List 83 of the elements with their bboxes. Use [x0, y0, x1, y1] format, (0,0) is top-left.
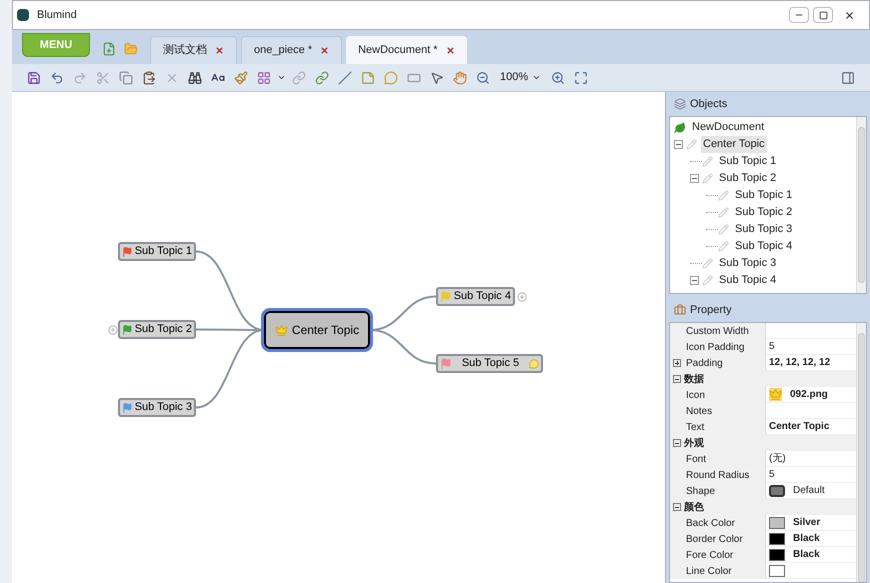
crown-icon [274, 324, 288, 336]
property-value: 5 [769, 340, 775, 354]
close-icon[interactable] [320, 46, 330, 55]
close-icon[interactable] [215, 46, 224, 55]
caret-icon [532, 73, 542, 82]
tree-item[interactable]: Sub Topic 3 [733, 221, 794, 238]
property-value: Black [793, 532, 820, 546]
topic-text: Sub Topic 2 [134, 322, 192, 338]
crown-icon [769, 388, 782, 401]
property-name: Round Radius [686, 468, 750, 482]
collapse-icon[interactable] [690, 276, 699, 285]
property-name: Icon [686, 388, 705, 402]
objects-icon [674, 98, 686, 110]
tree-item[interactable]: Sub Topic 2 [717, 170, 778, 187]
sub-topic[interactable]: Sub Topic 5 [436, 354, 543, 373]
category-label: 数据 [684, 372, 704, 386]
property-name: Icon Padding [686, 340, 744, 354]
topic-text: Sub Topic 3 [134, 400, 192, 416]
sub-topic[interactable]: Sub Topic 3 [118, 398, 196, 417]
expand-icon[interactable] [673, 359, 681, 367]
collapse-icon[interactable] [674, 140, 683, 149]
property-value: 12, 12, 12, 12 [769, 356, 830, 370]
close-icon[interactable] [446, 46, 455, 54]
tree-item[interactable]: Sub Topic 1 [717, 153, 778, 170]
collapse-icon[interactable] [690, 174, 699, 183]
tree-item[interactable]: Sub Topic 3 [717, 255, 778, 272]
property-name: Font [686, 452, 706, 466]
tab-label: NewDocument * [358, 42, 438, 58]
tree-item[interactable]: Sub Topic 2 [733, 204, 794, 221]
property-name: Shape [686, 484, 715, 498]
property-name: Custom Width [686, 324, 749, 338]
topic-text: Center Topic [292, 322, 360, 339]
property-name: Line Color [686, 564, 732, 578]
scrollbar[interactable] [856, 323, 866, 582]
property-name: Fore Color [686, 548, 734, 562]
property-name: Padding [686, 356, 723, 370]
zoom-dropdown[interactable]: 100% [496, 69, 546, 86]
property-value: 5 [769, 468, 775, 482]
document-tab[interactable]: 测试文档 [150, 36, 237, 64]
shape-icon [769, 484, 785, 496]
collapse-icon[interactable] [673, 439, 681, 447]
panel-title: Property [690, 302, 732, 318]
maximize-icon [818, 10, 828, 20]
topic-text: Sub Topic 4 [454, 289, 511, 304]
caret-icon[interactable] [277, 73, 286, 82]
tree-item[interactable]: Center Topic [701, 136, 767, 153]
center-topic[interactable]: Center Topic [264, 311, 370, 349]
sub-topic[interactable]: Sub Topic 2 [118, 320, 196, 339]
property-name: Back Color [686, 516, 735, 530]
new-file-icon[interactable] [102, 42, 116, 56]
tree-item[interactable]: Sub Topic 4 [733, 238, 794, 255]
document-tab[interactable]: one_piece * [241, 36, 342, 64]
app-icon [17, 9, 29, 21]
tab-label: one_piece * [254, 43, 312, 58]
property-value: Silver [793, 516, 820, 530]
tree-item[interactable]: NewDocument [690, 119, 766, 136]
property-value: Default [793, 484, 825, 498]
close-icon [844, 10, 854, 20]
topic-text: Sub Topic 5 [460, 356, 520, 372]
property-value: Center Topic [769, 420, 830, 434]
collapse-icon[interactable] [673, 503, 681, 511]
collapse-icon[interactable] [673, 375, 681, 383]
tree-item[interactable]: Sub Topic 1 [733, 187, 794, 204]
scrollbar[interactable] [856, 117, 866, 293]
tab-label: 测试文档 [163, 42, 207, 58]
property-icon [674, 304, 686, 316]
property-value: Black [793, 548, 820, 562]
document-tab[interactable]: NewDocument * [346, 36, 467, 64]
property-name: Border Color [686, 532, 743, 546]
tree-item[interactable]: Sub Topic 4 [717, 272, 778, 289]
property-name: Text [686, 420, 704, 434]
category-label: 颜色 [684, 500, 704, 514]
sub-topic[interactable]: Sub Topic 4 [436, 287, 515, 306]
category-label: 外观 [684, 436, 704, 450]
maximize-button[interactable] [813, 7, 833, 23]
panel-title: Objects [690, 96, 728, 112]
sub-topic[interactable]: Sub Topic 1 [118, 242, 196, 261]
property-value: (无) [769, 452, 786, 466]
leaf-icon [674, 122, 686, 134]
window-title: Blumind [37, 8, 78, 23]
property-value: 092.png [790, 388, 828, 402]
property-name: Notes [686, 404, 712, 418]
topic-text: Sub Topic 1 [134, 244, 192, 260]
